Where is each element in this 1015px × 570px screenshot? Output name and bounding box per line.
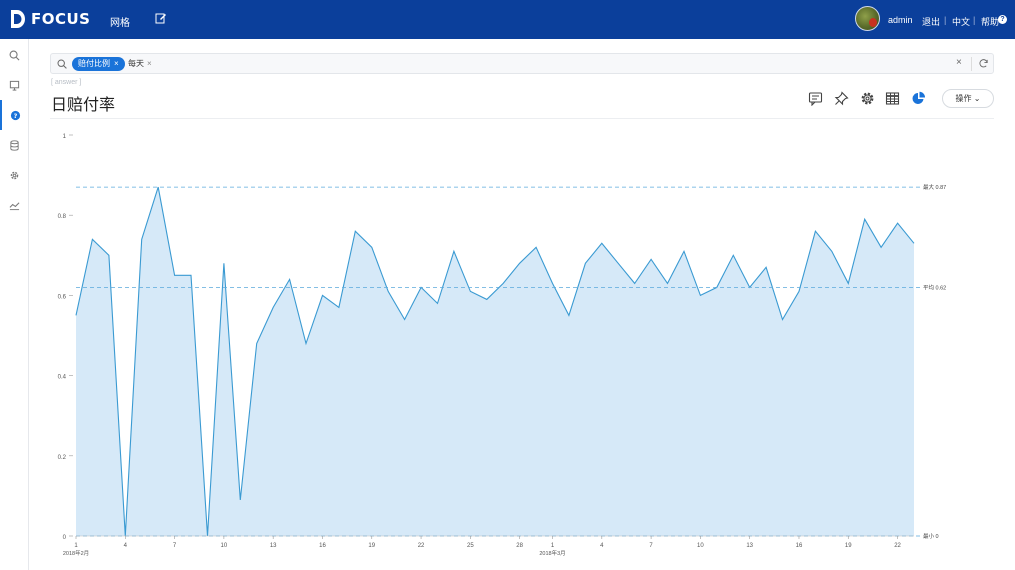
database-icon: [10, 139, 19, 151]
y-tick-label: 0.6: [58, 294, 67, 300]
month-label: 2018年2月: [63, 549, 89, 557]
x-tick-label: 13: [746, 543, 753, 549]
x-tick-label: 22: [418, 543, 425, 549]
pie-icon[interactable]: [911, 91, 926, 106]
edit-icon[interactable]: [155, 12, 167, 24]
x-tick-label: 1: [74, 543, 78, 549]
search-token-label: 每天: [128, 59, 144, 68]
avatar[interactable]: [855, 6, 880, 31]
page-title: 日赔付率: [51, 97, 116, 114]
series-area: [76, 187, 914, 536]
x-tick-label: 7: [649, 543, 653, 549]
y-tick-label: 0.2: [58, 455, 67, 461]
sidebar-item-board[interactable]: [0, 70, 29, 100]
x-tick-label: 4: [600, 543, 604, 549]
y-tick-label: 0.4: [58, 375, 67, 381]
language-link[interactable]: 中文: [952, 15, 970, 28]
filter-chip[interactable]: 赔付比例 ×: [72, 57, 125, 71]
x-tick-label: 13: [270, 543, 277, 549]
answer-hint: [ answer ]: [51, 79, 82, 86]
area-chart: 0 0.2 0.4 0.6 0.8 1 最大 0.87 平均 0.62 最小 0 1 4 7 10 13 1…: [58, 134, 947, 557]
search-icon: [57, 59, 67, 69]
x-tick-label: 1: [551, 543, 555, 549]
separator: |: [944, 15, 947, 25]
sidebar-item-settings[interactable]: [0, 160, 29, 190]
help-icon[interactable]: ?: [998, 15, 1007, 24]
x-tick-label: 19: [368, 543, 375, 549]
top-bar: FOCUS 网格 admin 退出 | 中文 | 帮助 ?: [0, 0, 1015, 39]
sidebar-item-search[interactable]: [0, 40, 29, 70]
divider: [50, 118, 994, 119]
user-name[interactable]: admin: [888, 15, 913, 25]
operations-button[interactable]: 操作 ⌄: [942, 89, 994, 108]
x-tick-label: 16: [319, 543, 326, 549]
sidebar-item-data[interactable]: [0, 130, 29, 160]
y-tick-label: 0.8: [58, 214, 67, 220]
sidebar-item-trend[interactable]: [0, 190, 29, 220]
separator: |: [973, 15, 976, 25]
sidebar-item-question[interactable]: ?: [0, 100, 29, 130]
x-tick-label: 7: [173, 543, 177, 549]
x-tick-label: 16: [796, 543, 803, 549]
clear-search-icon[interactable]: ×: [956, 57, 962, 68]
nav-grid-link[interactable]: 网格: [110, 14, 130, 29]
refresh-icon[interactable]: [978, 58, 989, 69]
board-icon: [9, 80, 20, 91]
filter-chip-label: 赔付比例: [78, 59, 110, 68]
svg-text:?: ?: [14, 111, 18, 119]
x-tick-label: 28: [516, 543, 523, 549]
x-tick-label: 22: [894, 543, 901, 549]
x-tick-label: 25: [467, 543, 474, 549]
logo[interactable]: FOCUS: [10, 9, 91, 29]
x-tick-label: 10: [697, 543, 704, 549]
reference-label: 最大 0.87: [923, 183, 946, 191]
x-tick-label: 4: [124, 543, 128, 549]
y-tick-label: 1: [63, 134, 67, 140]
reference-label: 最小 0: [923, 532, 939, 540]
divider: [971, 57, 972, 71]
table-icon[interactable]: [885, 91, 900, 106]
x-tick-label: 10: [221, 543, 228, 549]
chevron-down-icon: ⌄: [973, 94, 981, 103]
logo-icon: [11, 10, 25, 28]
help-link[interactable]: 帮助: [981, 15, 999, 28]
reference-label: 平均 0.62: [923, 283, 946, 291]
trend-icon: [9, 201, 20, 210]
y-tick-label: 0: [63, 535, 67, 541]
operations-label: 操作: [955, 94, 972, 103]
chip-close-icon[interactable]: ×: [114, 59, 119, 68]
question-icon: ?: [10, 110, 21, 120]
pin-icon[interactable]: [834, 91, 849, 106]
settings-icon: [10, 171, 19, 179]
logout-link[interactable]: 退出: [922, 15, 940, 28]
logo-text: FOCUS: [31, 10, 91, 28]
token-close-icon[interactable]: ×: [147, 59, 152, 68]
x-tick-label: 19: [845, 543, 852, 549]
comment-icon[interactable]: [808, 91, 823, 106]
search-token[interactable]: 每天 ×: [128, 58, 152, 70]
search-bar[interactable]: 赔付比例 × 每天 × ×: [50, 53, 994, 74]
month-label: 2018年3月: [539, 549, 565, 557]
search-icon: [9, 50, 20, 60]
gear-icon[interactable]: [860, 91, 875, 106]
sidebar: ?: [0, 39, 29, 570]
